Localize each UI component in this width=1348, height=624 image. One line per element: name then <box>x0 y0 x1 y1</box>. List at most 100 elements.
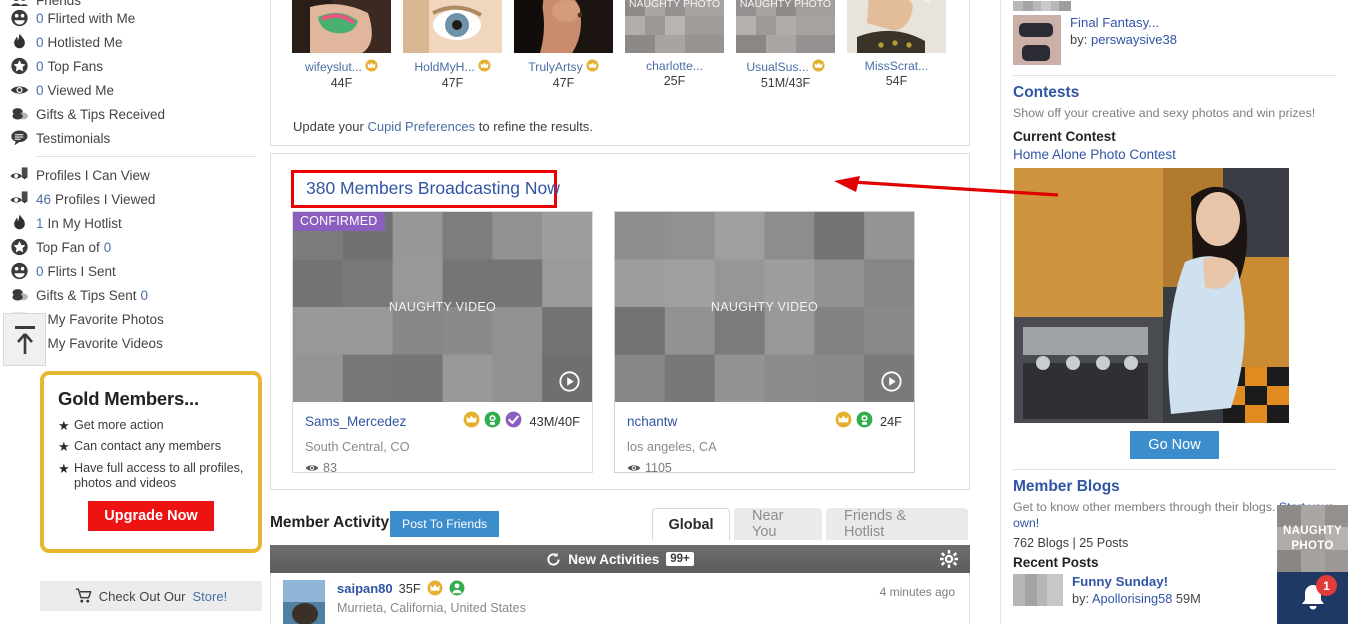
gold-benefit-text: Have full access to all profiles, photos… <box>74 461 244 492</box>
sidebar-item-top-fans[interactable]: 0Top Fans <box>0 54 268 78</box>
member-photo[interactable] <box>514 0 613 53</box>
member-thumbnail-card[interactable]: NAUGHTY PHOTOUsualSus...51M/43F <box>736 0 835 90</box>
member-thumbnail-name[interactable]: MissScrat... <box>847 59 946 73</box>
sidebar-item-viewed-me[interactable]: 0Viewed Me <box>0 78 268 102</box>
member-thumbnail-name[interactable]: charlotte... <box>625 59 724 73</box>
tab-global[interactable]: Global <box>652 508 730 540</box>
store-link-box[interactable]: Check Out Our Store! <box>40 581 262 611</box>
member-thumbnail-card[interactable]: TrulyArtsy 47F <box>514 0 613 90</box>
feed-timestamp: 4 minutes ago <box>880 585 955 599</box>
star-icon: ★ <box>58 439 74 455</box>
member-photo[interactable] <box>403 0 502 53</box>
sidebar-item-label: In My Hotlist <box>48 216 122 231</box>
broadcast-badges <box>463 411 522 431</box>
current-contest-label: Current Contest <box>1013 129 1336 144</box>
sidebar-item-gifts-tips-sent[interactable]: Gifts & Tips Sent0 <box>0 283 268 307</box>
member-photo[interactable] <box>847 0 946 53</box>
speech-bubble-icon <box>10 129 29 148</box>
sidebar-item-gifts-tips-received[interactable]: Gifts & Tips Received <box>0 102 268 126</box>
featured-blog-author-line: by: perswaysive38 <box>1070 32 1177 47</box>
broadcast-video-thumbnail[interactable]: CONFIRMEDNAUGHTY VIDEO <box>293 212 592 402</box>
broadcast-age: 43M/40F <box>529 414 580 429</box>
shopping-cart-icon <box>75 588 92 604</box>
member-name-text: MissScrat... <box>865 59 929 73</box>
featured-blog-item: Final Fantasy... by: perswaysive38 <box>1013 15 1336 65</box>
play-icon[interactable] <box>559 371 580 392</box>
sidebar-item-flirted-with-me[interactable]: 0Flirted with Me <box>0 6 268 30</box>
broadcast-card-header: nchantw24F <box>627 411 902 431</box>
online-badge-icon <box>449 580 465 596</box>
sidebar-item-flirts-i-sent[interactable]: 0Flirts I Sent <box>0 259 268 283</box>
activity-feed: saipan80 35F Murrieta, California, Unite… <box>270 573 970 624</box>
scroll-to-top-button[interactable] <box>3 313 46 366</box>
featured-blog-title[interactable]: Final Fantasy... <box>1070 15 1177 30</box>
play-icon[interactable] <box>881 371 902 392</box>
broadcast-title-link[interactable]: 380 Members Broadcasting Now <box>306 178 542 199</box>
sidebar-item-in-my-hotlist[interactable]: 1In My Hotlist <box>0 211 268 235</box>
censored-photo[interactable]: NAUGHTY PHOTO <box>625 0 724 53</box>
crown-badge <box>835 411 852 431</box>
broadcast-views-number: 1105 <box>645 461 672 475</box>
avatar[interactable] <box>283 580 325 624</box>
gear-icon[interactable] <box>940 550 958 568</box>
member-thumbnail-name[interactable]: UsualSus... <box>736 59 835 75</box>
gold-benefit-item: ★Have full access to all profiles, photo… <box>58 461 244 492</box>
upgrade-now-button[interactable]: Upgrade Now <box>88 501 213 531</box>
sidebar-item-hotlisted-me[interactable]: 0Hotlisted Me <box>0 30 268 54</box>
broadcast-card[interactable]: CONFIRMEDNAUGHTY VIDEO Sams_Mercedez 43M/4… <box>292 211 593 473</box>
member-thumbnail-age: 47F <box>514 76 613 90</box>
member-thumbnail-name[interactable]: wifeyslut... <box>292 59 391 75</box>
feed-username[interactable]: saipan80 <box>337 581 393 596</box>
tab-friends-hotlist[interactable]: Friends & Hotlist <box>826 508 968 540</box>
member-thumbnail-card[interactable]: NAUGHTY PHOTOcharlotte...25F <box>625 0 724 90</box>
star-icon: ★ <box>58 418 74 434</box>
broadcast-card[interactable]: NAUGHTY VIDEOnchantw24Flos angeles, CA11… <box>614 211 915 473</box>
member-blogs-heading[interactable]: Member Blogs <box>1013 478 1336 496</box>
contest-photo-image <box>1013 167 1290 424</box>
member-name-text: TrulyArtsy <box>528 60 582 74</box>
floating-naughty-photo-tile[interactable]: NAUGHTY PHOTO <box>1277 505 1348 572</box>
sidebar-item-profiles-i-can-view[interactable]: Profiles I Can View <box>0 163 268 187</box>
sidebar-item-profiles-i-viewed[interactable]: 46Profiles I Viewed <box>0 187 268 211</box>
naughty-video-label: NAUGHTY VIDEO <box>293 300 592 314</box>
broadcast-username[interactable]: nchantw <box>627 414 677 429</box>
broadcast-video-thumbnail[interactable]: NAUGHTY VIDEO <box>615 212 914 402</box>
member-thumbnail-card[interactable]: HoldMyH...47F <box>403 0 502 90</box>
featured-thumbnail[interactable] <box>1013 15 1061 65</box>
member-thumbnail-card[interactable]: wifeyslut...44F <box>292 0 391 90</box>
notification-widget[interactable]: 1 <box>1277 572 1348 624</box>
member-thumbnail-card[interactable]: MissScrat...54F <box>847 0 946 90</box>
recent-post-thumbnail[interactable] <box>1013 574 1063 606</box>
contests-subtitle: Show off your creative and sexy photos a… <box>1013 105 1336 122</box>
store-link[interactable]: Store! <box>193 589 228 604</box>
broadcast-card-meta: nchantw24Flos angeles, CA1105 <box>615 402 914 475</box>
new-activities-count-badge: 99+ <box>666 552 694 566</box>
left-sidebar: Friends0Flirted with Me0Hotlisted Me0Top… <box>0 0 268 624</box>
recent-post-title[interactable]: Funny Sunday! <box>1072 574 1201 589</box>
member-photo[interactable] <box>292 0 391 53</box>
sidebar-item-label: Flirted with Me <box>48 11 136 26</box>
sidebar-item-top-fan-of[interactable]: Top Fan of0 <box>0 235 268 259</box>
member-thumbnail-name[interactable]: HoldMyH... <box>403 59 502 75</box>
broadcast-card-meta: Sams_Mercedez43M/40FSouth Central, CO83 <box>293 402 592 475</box>
cupid-preferences-link[interactable]: Cupid Preferences <box>367 119 475 134</box>
censored-photo[interactable]: NAUGHTY PHOTO <box>736 0 835 53</box>
sidebar-item-testimonials[interactable]: Testimonials <box>0 126 268 150</box>
recent-post-author[interactable]: Apollorising58 <box>1092 591 1172 606</box>
contest-photo[interactable] <box>1013 167 1290 424</box>
new-activities-bar[interactable]: New Activities 99+ <box>270 545 970 573</box>
broadcast-username[interactable]: Sams_Mercedez <box>305 414 406 429</box>
current-contest-link[interactable]: Home Alone Photo Contest <box>1013 147 1336 162</box>
verified-badge-icon <box>505 411 522 428</box>
verified-badge <box>505 411 522 431</box>
go-now-button[interactable]: Go Now <box>1130 431 1218 459</box>
gold-benefit-text: Can contact any members <box>74 439 221 455</box>
featured-blog-author[interactable]: perswaysive38 <box>1091 32 1177 47</box>
contests-heading[interactable]: Contests <box>1013 84 1336 102</box>
sidebar-item-count: 0 <box>36 264 44 279</box>
partial-thumbnail-strip <box>1013 0 1071 11</box>
member-thumbnail-name[interactable]: TrulyArtsy <box>514 59 613 75</box>
tab-near-you[interactable]: Near You <box>734 508 822 540</box>
sidebar-item-count: 0 <box>36 35 44 50</box>
post-to-friends-button[interactable]: Post To Friends <box>390 511 499 537</box>
